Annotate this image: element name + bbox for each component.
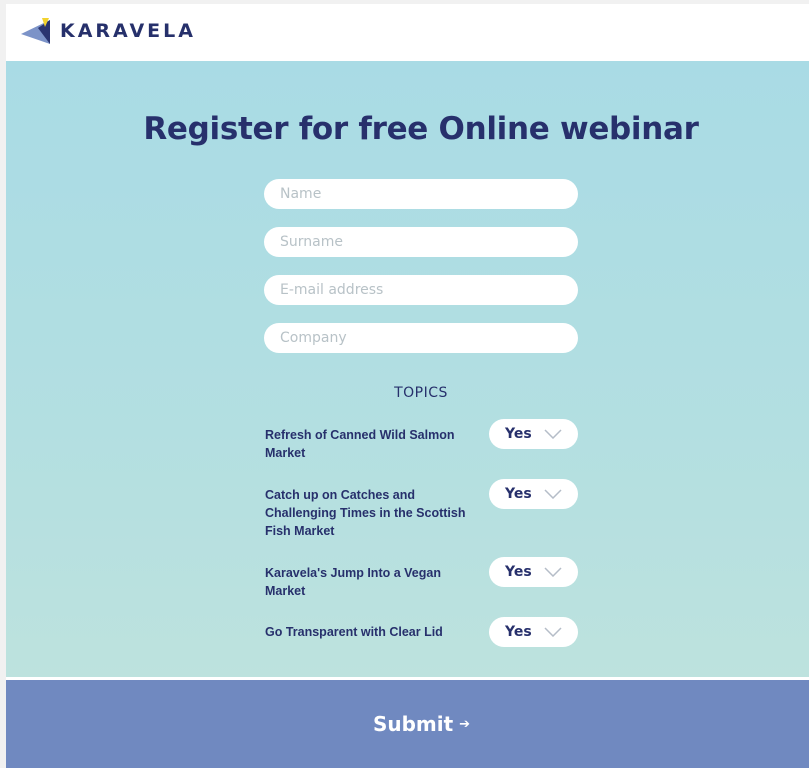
site-header: KARAVELA <box>6 4 809 61</box>
page-title: Register for free Online webinar <box>143 111 699 147</box>
topic-2-select[interactable]: Yes <box>489 479 578 509</box>
chevron-down-icon <box>544 489 562 499</box>
topic-label: Karavela's Jump Into a Vegan Market <box>265 566 441 598</box>
topics-heading: TOPICS <box>394 385 448 401</box>
topic-1-select[interactable]: Yes <box>489 419 578 449</box>
select-value: Yes <box>505 564 532 580</box>
arrow-right-icon: ➔ <box>459 716 471 732</box>
company-input[interactable] <box>264 323 578 353</box>
topic-3-select[interactable]: Yes <box>489 557 578 587</box>
brand-name: KARAVELA <box>60 20 196 42</box>
page-frame: KARAVELA Register for free Online webina… <box>6 4 809 768</box>
topic-label: Go Transparent with Clear Lid <box>265 625 443 639</box>
topic-label: Refresh of Canned Wild Salmon Market <box>265 428 455 460</box>
topic-4-select[interactable]: Yes <box>489 617 578 647</box>
registration-form: Register for free Online webinar TOPICS … <box>6 61 809 677</box>
topic-label: Catch up on Catches and Challenging Time… <box>265 488 466 538</box>
select-value: Yes <box>505 624 532 640</box>
select-value: Yes <box>505 486 532 502</box>
chevron-down-icon <box>544 429 562 439</box>
name-input[interactable] <box>264 179 578 209</box>
submit-label: Submit <box>372 712 454 736</box>
email-input[interactable] <box>264 275 578 305</box>
karavela-logo-icon <box>21 18 50 44</box>
surname-input[interactable] <box>264 227 578 257</box>
karavela-logo[interactable]: KARAVELA <box>20 16 196 46</box>
chevron-down-icon <box>544 627 562 637</box>
chevron-down-icon <box>544 567 562 577</box>
submit-button[interactable]: Submit ➔ <box>6 680 809 768</box>
select-value: Yes <box>505 426 532 442</box>
